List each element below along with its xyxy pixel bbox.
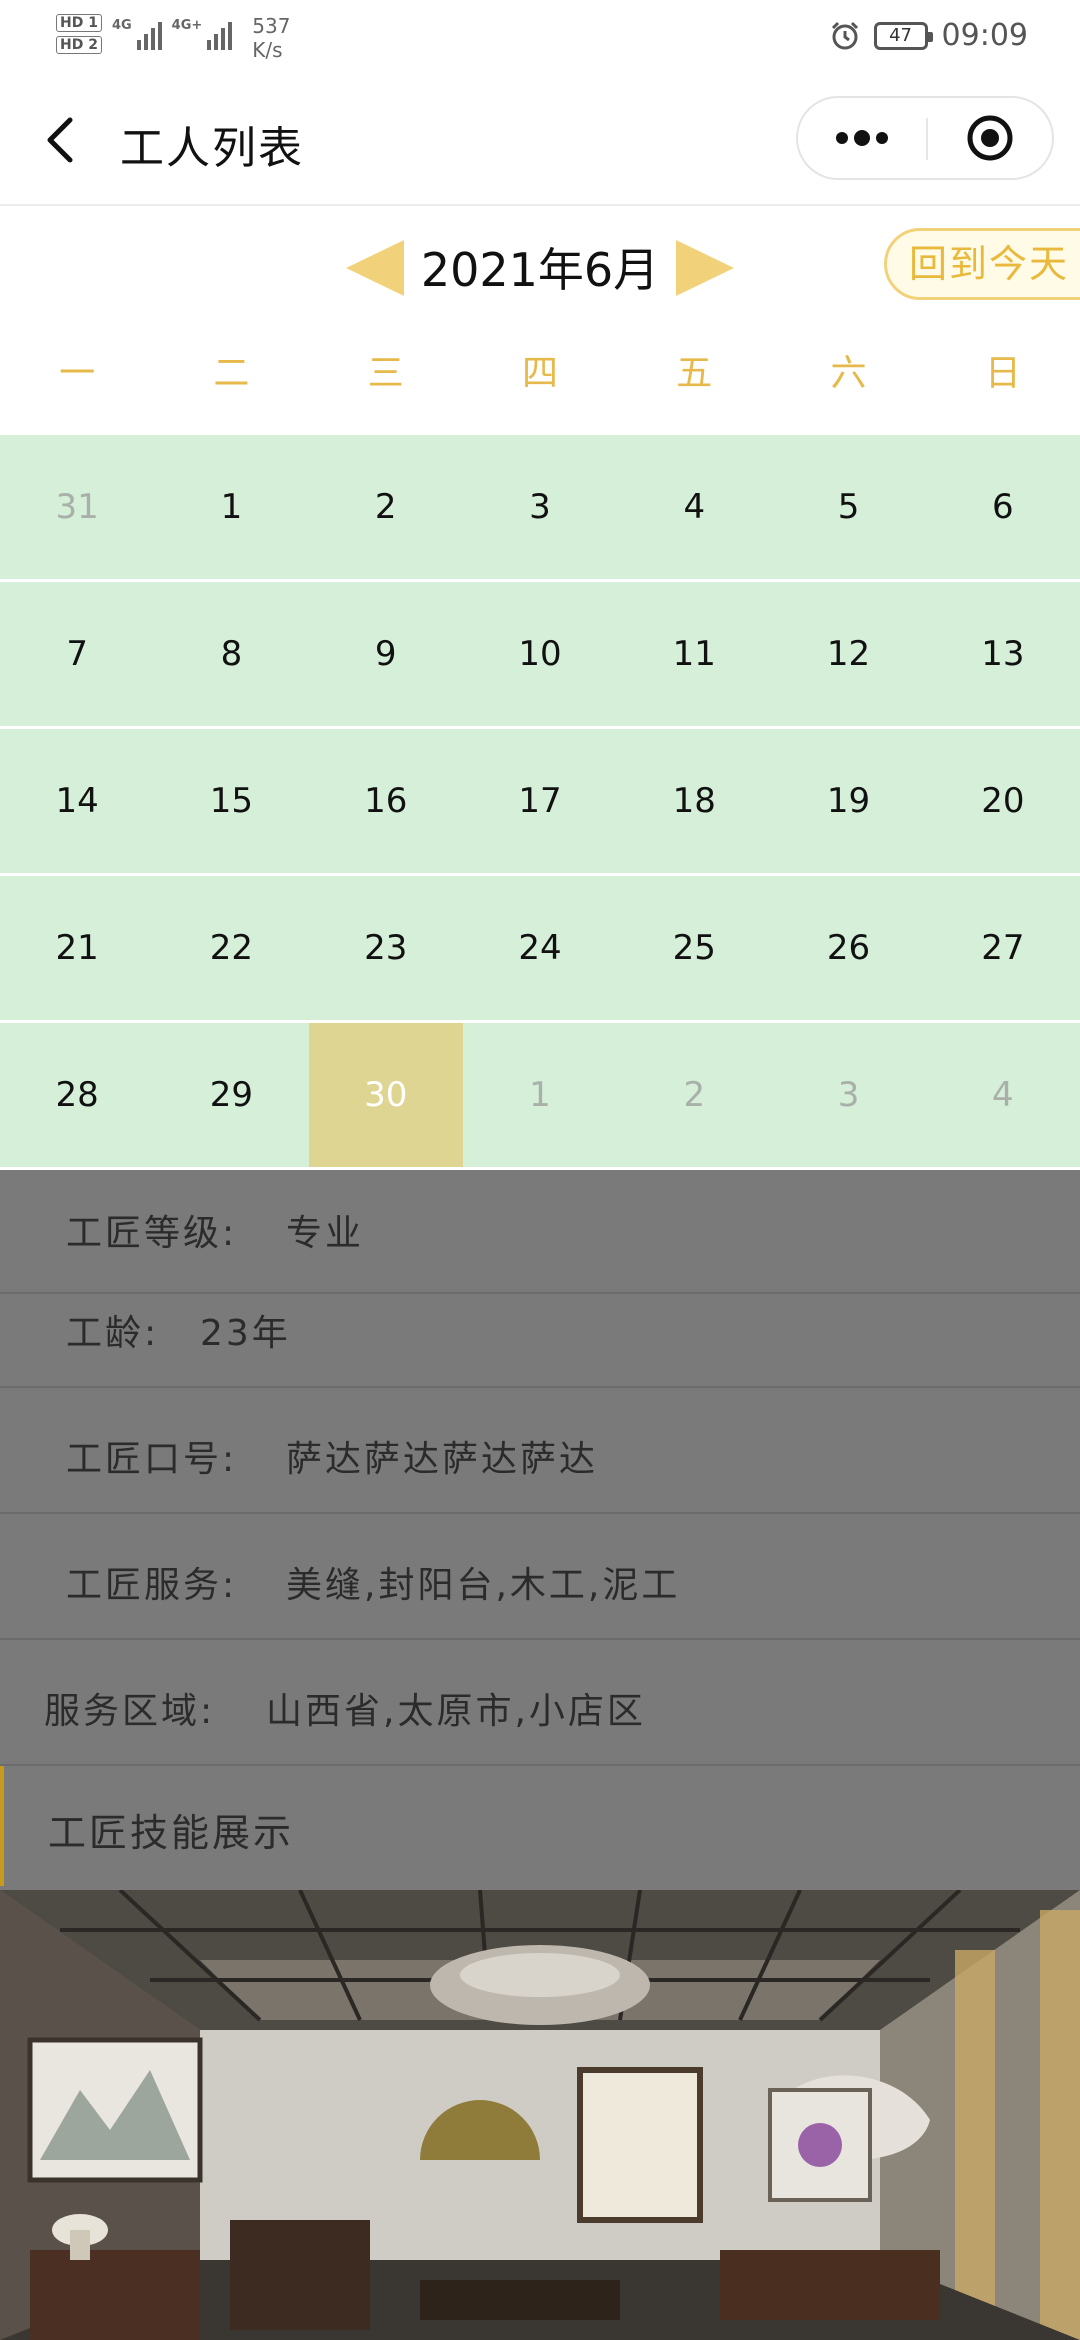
calendar-day[interactable]: 17	[463, 729, 617, 873]
level-value: 专业	[286, 1213, 365, 1254]
calendar-day[interactable]: 1	[463, 1023, 617, 1167]
calendar-day[interactable]: 26	[771, 876, 925, 1020]
network-speed-unit: K/s	[252, 38, 283, 62]
calendar-day[interactable]: 23	[309, 876, 463, 1020]
calendar-day[interactable]: 3	[463, 435, 617, 579]
network-type-1: 4G	[111, 18, 132, 33]
battery-icon: 47	[873, 21, 933, 50]
signal-bars-icon	[136, 18, 162, 50]
age-value: 23年	[200, 1313, 291, 1354]
sim1-badge: HD 1	[56, 14, 102, 32]
skill-showcase-image[interactable]	[0, 1890, 1080, 2340]
weekday-label: 日	[984, 353, 1021, 394]
status-time: 09:09	[941, 18, 1028, 53]
calendar-day[interactable]: 29	[154, 1023, 308, 1167]
miniprogram-capsule	[796, 96, 1054, 180]
area-value: 山西省,太原市,小店区	[266, 1691, 646, 1732]
slogan-value: 萨达萨达萨达萨达	[286, 1439, 599, 1480]
more-button[interactable]	[798, 98, 926, 178]
calendar-day[interactable]: 13	[926, 582, 1080, 726]
calendar-day[interactable]: 27	[926, 876, 1080, 1020]
weekday-label: 五	[676, 353, 713, 394]
signal-bars-icon	[207, 18, 233, 50]
network-type-2: 4G+	[171, 18, 203, 33]
interior-photo	[0, 1890, 1080, 2340]
network-speed: 537 K/s	[252, 14, 290, 62]
sim2-badge: HD 2	[56, 36, 102, 54]
page-title: 工人列表	[120, 123, 304, 174]
area-label: 服务区域:	[44, 1691, 216, 1732]
target-icon	[967, 115, 1013, 161]
skills-section-header: 工匠技能展示	[0, 1766, 1080, 1886]
sim-indicators: HD 1 HD 2	[56, 14, 102, 54]
status-bar: HD 1 HD 2 4G 4G+ 537 K/s 47 09:09	[0, 0, 1080, 72]
weekday-label: 三	[367, 353, 404, 394]
calendar-day[interactable]: 20	[926, 729, 1080, 873]
info-row-area: 服务区域: 山西省,太原市,小店区	[0, 1640, 1080, 1766]
age-label: 工龄:	[66, 1313, 160, 1354]
calendar-day[interactable]: 11	[617, 582, 771, 726]
weekday-label: 六	[830, 353, 867, 394]
calendar-day[interactable]: 9	[309, 582, 463, 726]
month-title: 2021年6月	[420, 243, 660, 297]
calendar-day[interactable]: 15	[154, 729, 308, 873]
calendar-day[interactable]: 25	[617, 876, 771, 1020]
next-month-icon[interactable]	[676, 240, 734, 296]
weekday-header: 一 二 三 四 五 六 日	[0, 344, 1080, 410]
info-row-age: 工龄: 23年	[0, 1262, 1080, 1388]
info-row-slogan: 工匠口号: 萨达萨达萨达萨达	[0, 1388, 1080, 1514]
calendar-day[interactable]: 24	[463, 876, 617, 1020]
more-icon	[836, 130, 888, 146]
signal-1: 4G	[112, 18, 162, 50]
service-label: 工匠服务:	[66, 1565, 238, 1606]
calendar-week: 14 15 16 17 18 19 20	[0, 729, 1080, 873]
slogan-label: 工匠口号:	[66, 1439, 238, 1480]
back-to-today-button[interactable]: 回到今天	[884, 228, 1080, 300]
calendar-day[interactable]: 4	[617, 435, 771, 579]
calendar-day[interactable]: 21	[0, 876, 154, 1020]
signal-2: 4G+	[172, 18, 233, 50]
calendar-week: 28 29 30 1 2 3 4	[0, 1023, 1080, 1167]
calendar-day[interactable]: 12	[771, 582, 925, 726]
calendar-day[interactable]: 28	[0, 1023, 154, 1167]
calendar-day[interactable]: 7	[0, 582, 154, 726]
calendar-day[interactable]: 10	[463, 582, 617, 726]
calendar-day[interactable]: 2	[309, 435, 463, 579]
calendar-day[interactable]: 3	[771, 1023, 925, 1167]
section-accent-bar	[0, 1766, 4, 1886]
calendar-day[interactable]: 6	[926, 435, 1080, 579]
skills-title: 工匠技能展示	[48, 1811, 295, 1855]
calendar-day[interactable]: 19	[771, 729, 925, 873]
calendar-grid: 31 1 2 3 4 5 6 7 8 9 10 11 12 13 14 15 1…	[0, 435, 1080, 1170]
network-speed-value: 537	[252, 14, 291, 38]
calendar-day-selected[interactable]: 30	[308, 1023, 463, 1167]
weekday-label: 一	[59, 353, 96, 394]
service-value: 美缝,封阳台,木工,泥工	[286, 1565, 681, 1606]
calendar-day[interactable]: 5	[771, 435, 925, 579]
info-row-service: 工匠服务: 美缝,封阳台,木工,泥工	[0, 1514, 1080, 1640]
close-miniprogram-button[interactable]	[928, 98, 1052, 178]
calendar-day[interactable]: 16	[309, 729, 463, 873]
nav-bar: 工人列表	[0, 76, 1080, 206]
weekday-label: 二	[213, 353, 250, 394]
calendar-week: 21 22 23 24 25 26 27	[0, 876, 1080, 1020]
calendar-day[interactable]: 22	[154, 876, 308, 1020]
calendar-header: 2021年6月 回到今天	[0, 206, 1080, 324]
calendar-day[interactable]: 2	[617, 1023, 771, 1167]
calendar-week: 31 1 2 3 4 5 6	[0, 435, 1080, 579]
calendar-day[interactable]: 18	[617, 729, 771, 873]
weekday-label: 四	[521, 353, 558, 394]
alarm-icon	[831, 21, 858, 49]
calendar-day[interactable]: 4	[926, 1023, 1080, 1167]
calendar-day[interactable]: 31	[0, 435, 154, 579]
back-icon[interactable]	[42, 114, 78, 166]
calendar-day[interactable]: 8	[154, 582, 308, 726]
calendar-day[interactable]: 14	[0, 729, 154, 873]
calendar-day[interactable]: 1	[154, 435, 308, 579]
calendar-week: 7 8 9 10 11 12 13	[0, 582, 1080, 726]
prev-month-icon[interactable]	[346, 240, 404, 296]
level-label: 工匠等级:	[66, 1213, 238, 1254]
